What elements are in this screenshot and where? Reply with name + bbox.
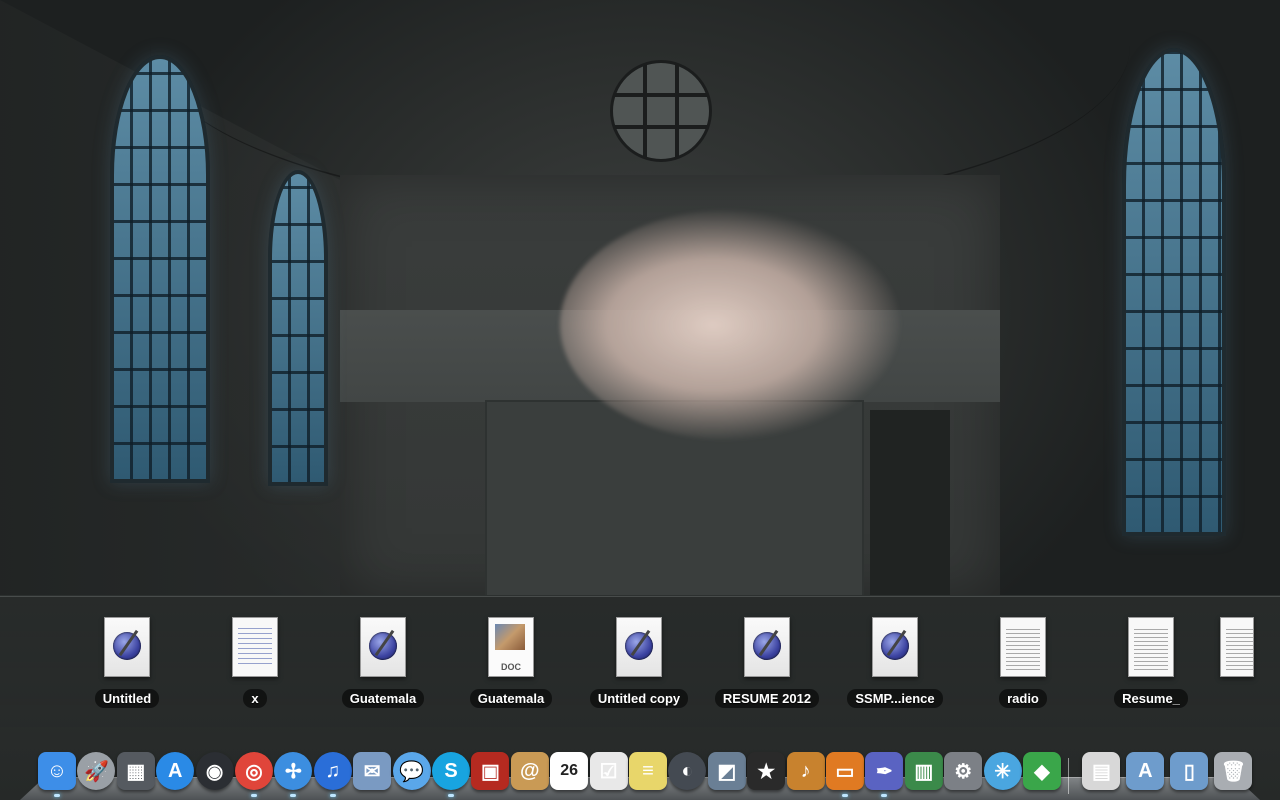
messages-icon[interactable]: 💬 xyxy=(392,752,431,790)
wallpaper-window-middle xyxy=(268,170,328,486)
stack-item-partial[interactable] xyxy=(1192,617,1272,717)
wallpaper-cloud xyxy=(560,210,900,440)
running-indicator xyxy=(290,794,297,797)
pages-document-icon xyxy=(104,617,150,677)
doc-badge: DOC xyxy=(501,662,521,672)
stack-grid-view: Untitled x Guatemala DOC Guatemala Untit… xyxy=(0,596,1280,727)
stack-item[interactable]: x xyxy=(200,617,310,717)
stickies-icon[interactable]: ≡ xyxy=(629,752,667,790)
text-document-icon xyxy=(232,617,278,677)
stack-item[interactable]: DOC Guatemala xyxy=(456,617,566,717)
document-thumbnail xyxy=(495,624,525,650)
imovie-icon[interactable]: ★ xyxy=(747,752,786,790)
reminders-icon[interactable]: ☑ xyxy=(589,752,628,790)
pages-document-icon xyxy=(616,617,662,677)
numbers-icon[interactable]: ▥ xyxy=(904,752,943,790)
chrome-icon[interactable]: ◎ xyxy=(235,752,273,790)
calendar-icon[interactable]: 26 xyxy=(550,752,589,790)
stack-item[interactable]: RESUME 2012 xyxy=(712,617,822,717)
running-indicator xyxy=(251,794,257,797)
finder-icon[interactable]: ☺ xyxy=(38,752,76,790)
text-document-icon xyxy=(1220,617,1254,677)
garageband-icon[interactable]: ♪ xyxy=(786,752,825,790)
mission-control-icon[interactable]: ▦ xyxy=(116,752,155,790)
dock: ☺ 🚀 ▦ A ◉ ◎ ✢ ♫ ✉ 💬 S ▣ @ 26 ☑ ≡ ◐ ◩ ★ ♪ ▭ ✒ ▥ ⚙ ✳ ◆ ▤ A ▯ 🗑 xyxy=(20,748,1260,800)
calendar-date: 26 xyxy=(560,762,579,779)
pages-document-icon xyxy=(360,617,406,677)
facetime-icon[interactable]: ◐ xyxy=(668,752,707,790)
mail-icon[interactable]: ✉ xyxy=(353,752,392,790)
text-document-icon xyxy=(1128,617,1174,677)
dashboard-icon[interactable]: ◉ xyxy=(195,752,234,790)
applications-folder-icon[interactable]: A xyxy=(1126,752,1165,790)
stack-item-label[interactable]: x xyxy=(243,689,267,708)
stack-item-label[interactable]: Untitled xyxy=(94,689,160,708)
the-sims-icon[interactable]: ◆ xyxy=(1023,752,1061,790)
stack-item[interactable]: Guatemala xyxy=(328,617,438,717)
stack-item-label[interactable]: Guatemala xyxy=(341,689,425,708)
stack-item[interactable]: Untitled copy xyxy=(584,617,694,717)
skype-icon[interactable]: S xyxy=(432,752,470,790)
running-indicator xyxy=(881,794,888,797)
wallpaper-window-left xyxy=(110,55,210,483)
stack-item-label[interactable]: Resume_ xyxy=(1114,689,1188,708)
launchpad-icon[interactable]: 🚀 xyxy=(77,752,116,790)
wallpaper-round-window xyxy=(610,60,712,162)
itunes-icon[interactable]: ♫ xyxy=(313,752,352,790)
dock-separator xyxy=(1068,758,1070,794)
keynote-icon[interactable]: ▭ xyxy=(826,752,864,790)
document-stack-icon[interactable]: ▤ xyxy=(1082,752,1121,790)
doc-document-icon: DOC xyxy=(488,617,534,677)
running-indicator xyxy=(54,794,60,797)
network-utility-icon[interactable]: ✳ xyxy=(983,752,1022,790)
wallpaper-window-right xyxy=(1122,48,1226,536)
stack-item-label[interactable]: Guatemala xyxy=(469,689,553,708)
stack-item-label[interactable]: radio xyxy=(999,689,1047,708)
pages-document-icon xyxy=(872,617,918,677)
text-document-icon xyxy=(1000,617,1046,677)
stack-item-label[interactable]: RESUME 2012 xyxy=(714,689,820,708)
pages-icon[interactable]: ✒ xyxy=(865,752,904,790)
running-indicator xyxy=(448,794,454,797)
stack-item[interactable]: Untitled xyxy=(72,617,182,717)
running-indicator xyxy=(329,794,336,797)
stack-item-label[interactable]: SSMP...ience xyxy=(847,689,943,708)
running-indicator xyxy=(842,794,848,797)
app-store-icon[interactable]: A xyxy=(156,752,195,790)
documents-folder-icon[interactable]: ▯ xyxy=(1170,752,1209,790)
photo-booth-icon[interactable]: ▣ xyxy=(471,752,510,790)
stack-item-label[interactable]: Untitled copy xyxy=(589,689,689,708)
stack-item[interactable]: radio xyxy=(968,617,1078,717)
iphoto-icon[interactable]: ◩ xyxy=(707,752,746,790)
wallpaper-doorway xyxy=(870,410,950,595)
dock-icons: ☺ 🚀 ▦ A ◉ ◎ ✢ ♫ ✉ 💬 S ▣ @ 26 ☑ ≡ ◐ ◩ ★ ♪ ▭ ✒ ▥ ⚙ ✳ ◆ ▤ A ▯ 🗑 xyxy=(38,748,1258,800)
trash-icon[interactable]: 🗑 xyxy=(1214,752,1253,790)
stack-item[interactable]: SSMP...ience xyxy=(840,617,950,717)
pages-document-icon xyxy=(744,617,790,677)
stack-item[interactable]: Resume_ xyxy=(1096,617,1206,717)
system-preferences-icon[interactable]: ⚙ xyxy=(944,752,983,790)
desktop: Untitled x Guatemala DOC Guatemala Untit… xyxy=(0,0,1280,800)
safari-icon[interactable]: ✢ xyxy=(274,752,313,790)
contacts-icon[interactable]: @ xyxy=(510,752,549,790)
